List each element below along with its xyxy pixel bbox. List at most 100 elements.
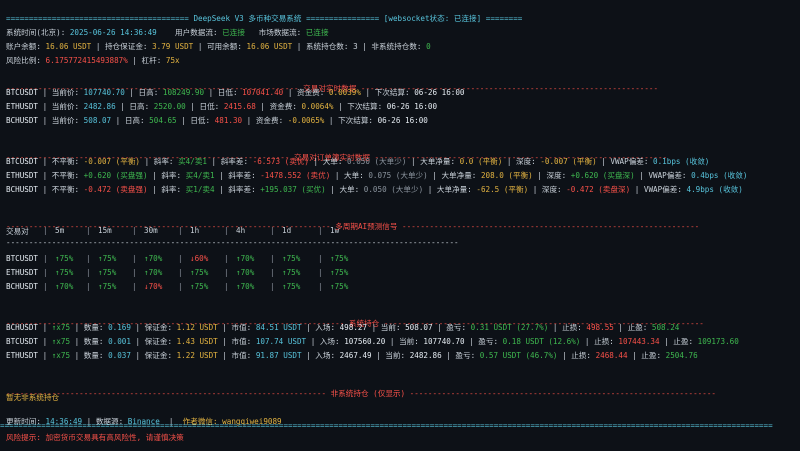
value-label: 市值: <box>231 337 252 346</box>
big-net-label: 大单净量: <box>436 185 472 194</box>
depth-value: -0.472 (卖盘深) <box>566 185 631 194</box>
value-value: 107.74 USDT <box>255 337 307 346</box>
ai-signal-cell: ↓70% <box>144 282 163 291</box>
ai-col-header: 1h <box>190 226 200 235</box>
margin-value: 1.43 USDT <box>176 337 218 346</box>
current-label: 当前: <box>399 337 419 346</box>
col-sep: | <box>132 254 137 263</box>
nonsystem-header: ----------------------------------------… <box>6 389 716 398</box>
funding-label: 资金费: <box>255 116 284 125</box>
col-sep: | <box>178 254 183 263</box>
margin-label: 保证金: <box>144 323 173 332</box>
ai-signal-cell: ↑75% <box>282 268 301 277</box>
value-value: 91.87 USDT <box>255 351 302 360</box>
ai-signal-cell: ↓60% <box>190 254 209 263</box>
col-sep: | <box>86 226 91 235</box>
tp-value: 109173.60 <box>697 337 739 346</box>
ai-col-header: 1d <box>282 226 292 235</box>
funding-value: 0.0039% <box>328 88 361 97</box>
slope-value: 买4/卖1 <box>185 171 215 180</box>
ws-status: [websocket状态: 已连接] <box>383 14 482 23</box>
current-label: 当前: <box>385 351 406 360</box>
low-value: 481.30 <box>214 116 243 125</box>
big-value: 0.050 (大单少) <box>347 157 407 166</box>
margin-value: 1.12 USDT <box>176 323 218 332</box>
col-sep: | <box>270 282 275 291</box>
high-value: 504.65 <box>149 116 177 125</box>
col-sep: | <box>178 226 183 235</box>
col-sep: | <box>270 226 275 235</box>
ai-signal-cell: ↑75% <box>282 254 301 263</box>
imb-label: 不平衡: <box>51 171 80 180</box>
symbol: BTCUSDT <box>6 88 39 97</box>
symbol: BCHUSDT <box>6 323 39 332</box>
imb-value: -0.472 (卖盘强) <box>83 185 148 194</box>
entry-label: 入场: <box>319 337 340 346</box>
ai-signal-cell: ↑70% <box>55 282 74 291</box>
realtime-row: ETHUSDT | 当前价: 2482.86 | 日高: 2520.00 | 日… <box>6 102 438 111</box>
imb-value: -0.007 (平衡) <box>83 157 141 166</box>
next-value: 06-26 16:00 <box>414 88 465 97</box>
ai-symbol: ETHUSDT <box>6 268 39 277</box>
col-sep: | <box>318 282 323 291</box>
pnl-label: 盈亏: <box>455 351 476 360</box>
margin-label: 保证金: <box>144 351 173 360</box>
sys-pos-value: 3 <box>353 42 358 51</box>
ai-signal-cell: ↑70% <box>144 254 163 263</box>
sl-label: 止损: <box>594 337 614 346</box>
symbol: ETHUSDT <box>6 102 39 111</box>
symbol: BTCUSDT <box>6 157 39 166</box>
slope-value: 买4/卖1 <box>178 157 207 166</box>
ai-col-header: 5m <box>55 226 65 235</box>
leverage-label: 杠杆: <box>141 56 162 65</box>
imb-label: 不平衡: <box>51 185 80 194</box>
funding-value: -0.0065% <box>287 116 325 125</box>
orderflow-row: BCHUSDT | 不平衡: -0.472 (卖盘强) | 斜率: 买1/卖4 … <box>6 185 743 194</box>
symbol: BCHUSDT <box>6 116 39 125</box>
slope-diff-value: -1478.552 (卖优) <box>260 171 331 180</box>
imb-label: 不平衡: <box>51 157 80 166</box>
symbol: ETHUSDT <box>6 351 39 360</box>
entry-value: 2467.49 <box>339 351 372 360</box>
ai-col-header: 交易对 <box>6 227 29 236</box>
ai-signal-cell: ↑75% <box>330 282 349 291</box>
slope-diff-label: 斜率差: <box>220 157 249 166</box>
low-label: 日低: <box>190 116 211 125</box>
vwap-label: VWAP偏差: <box>648 171 687 180</box>
nonsystem-title: 非系统持仓 (仅显示) <box>330 389 406 398</box>
low-label: 日低: <box>199 102 220 111</box>
nonsys-pos-label: 非系统持仓数: <box>371 42 422 51</box>
risk-label: 风险比例: <box>6 56 41 65</box>
margin-value: 1.22 USDT <box>176 351 218 360</box>
col-sep: | <box>132 282 137 291</box>
qty-label: 数量: <box>83 351 104 360</box>
big-label: 大单: <box>322 157 343 166</box>
slope-diff-label: 斜率差: <box>228 171 256 180</box>
big-net-value: -62.5 (平衡) <box>476 185 529 194</box>
slope-label: 斜率: <box>161 171 182 180</box>
next-label: 下次结算: <box>338 116 374 125</box>
price-label: 当前价: <box>51 102 80 111</box>
col-sep: | <box>178 282 183 291</box>
qty-label: 数量: <box>83 337 104 346</box>
col-sep: | <box>86 254 91 263</box>
funding-value: 0.0064% <box>301 102 334 111</box>
tp-value: 508.24 <box>651 323 680 332</box>
value-value: 84.51 USDT <box>255 323 302 332</box>
col-sep: | <box>132 268 137 277</box>
funding-label: 资金费: <box>269 102 297 111</box>
tp-label: 止盈: <box>641 351 662 360</box>
sl-value: 2468.44 <box>595 351 628 360</box>
entry-label: 入场: <box>315 351 336 360</box>
big-net-value: 0.0 (平衡) <box>459 157 503 166</box>
price-value: 508.07 <box>83 116 112 125</box>
qty-value: 0.037 <box>108 351 131 360</box>
slope-label: 斜率: <box>153 157 174 166</box>
ai-signal-cell: ↑75% <box>55 268 74 277</box>
tp-label: 止盈: <box>673 337 694 346</box>
slope-value: 买1/卖4 <box>185 185 215 194</box>
low-value: 2415.68 <box>223 102 256 111</box>
position-row: BCHUSDT | ↑x75 | 数量: 0.169 | 保证金: 1.12 U… <box>6 323 680 332</box>
high-value: 108249.90 <box>162 88 205 97</box>
slope-diff-value: -6.573 (卖优) <box>252 157 309 166</box>
